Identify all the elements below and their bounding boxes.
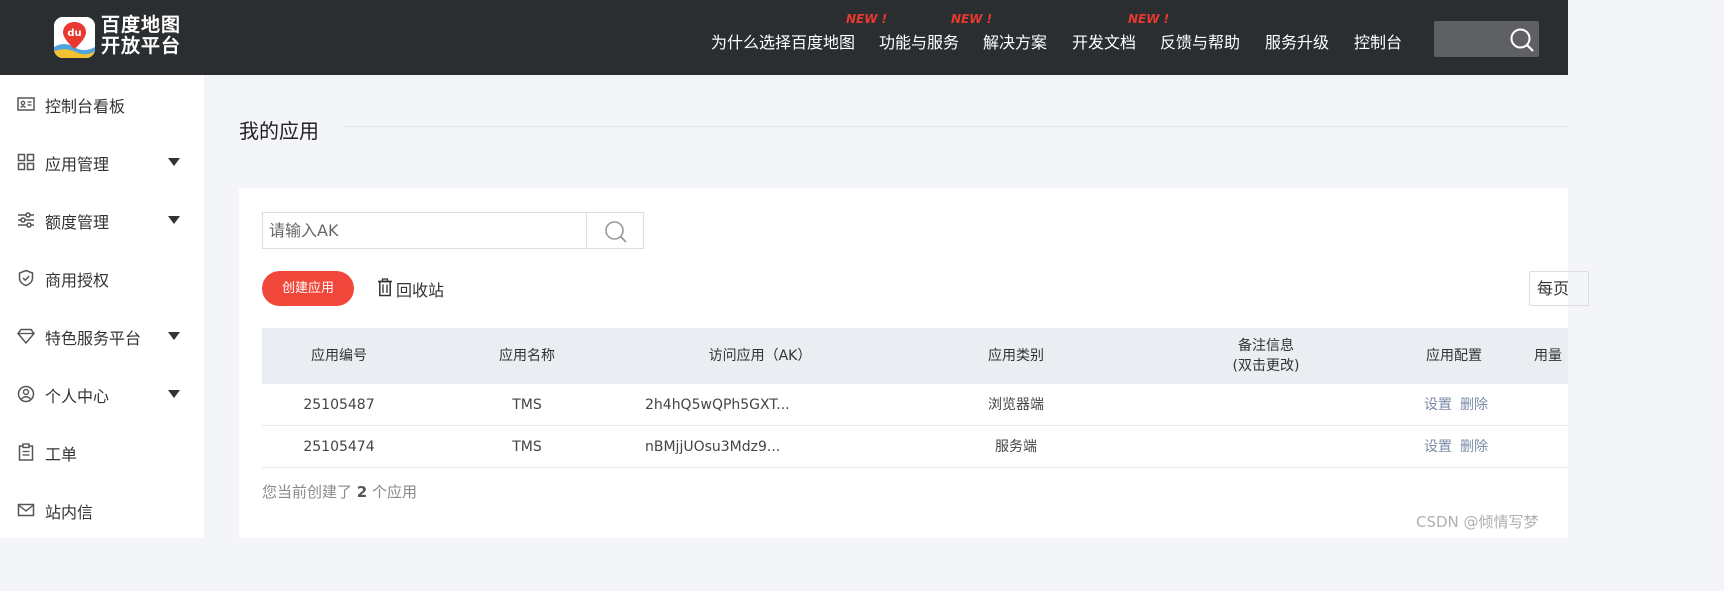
trash-icon — [378, 278, 392, 297]
logo-icon: du — [54, 17, 95, 58]
app-count-value: 2 — [356, 483, 368, 501]
cell-app-type: 服务端 — [995, 439, 1037, 455]
cell-app-ops: 设置 删除 — [1424, 426, 1544, 468]
recycle-bin-label: 回收站 — [396, 281, 445, 300]
sidebar-item-featured-services[interactable]: 特色服务平台 — [0, 314, 204, 358]
sliders-icon — [18, 212, 34, 228]
search-icon — [1510, 28, 1534, 52]
nav-why-baidu-map[interactable]: 为什么选择百度地图 — [711, 29, 855, 53]
header-search-box[interactable] — [1434, 21, 1539, 57]
cell-app-type: 浏览器端 — [988, 397, 1044, 413]
apps-card: 创建应用 回收站 每页 应用编号 应用名称 访问应用（AK） 应用类别 备注信息… — [239, 188, 1589, 538]
page-title: 我的应用 — [239, 119, 319, 143]
logo-text: 百度地图 开放平台 — [101, 14, 182, 57]
column-header-remark: 备注信息 (双击更改) — [1232, 338, 1300, 374]
top-navigation-bar: du 百度地图 开放平台 为什么选择百度地图 功能与服务 NEW ! 解决方案 … — [0, 0, 1568, 75]
column-header: 访问应用（AK） — [708, 348, 812, 364]
nav-feedback-help[interactable]: 反馈与帮助 — [1160, 29, 1240, 53]
sidebar-item-inbox[interactable]: 站内信 — [0, 488, 204, 532]
caret-down-icon — [168, 216, 180, 224]
clipboard-icon — [18, 443, 34, 461]
column-header: 应用类别 — [988, 348, 1044, 364]
search-icon — [605, 221, 627, 243]
caret-down-icon — [168, 390, 180, 398]
sidebar-item-label: 特色服务平台 — [45, 329, 142, 348]
caret-down-icon — [168, 332, 180, 340]
app-count-summary: 您当前创建了 2 个应用 — [262, 483, 418, 501]
sidebar-item-label: 控制台看板 — [45, 97, 126, 116]
sidebar-item-personal-center[interactable]: 个人中心 — [0, 372, 204, 416]
nav-console[interactable]: 控制台 — [1354, 29, 1402, 53]
new-badge: NEW ! — [1128, 12, 1170, 26]
sidebar-item-work-order[interactable]: 工单 — [0, 430, 204, 474]
table-header: 应用编号 应用名称 访问应用（AK） 应用类别 备注信息 (双击更改) 应用配置… — [262, 328, 1568, 384]
column-header: 用量 — [1534, 348, 1562, 364]
cell-app-id: 25105487 — [303, 397, 375, 413]
per-page-select[interactable]: 每页 — [1529, 271, 1589, 306]
sidebar-item-label: 个人中心 — [45, 387, 110, 406]
settings-link[interactable]: 设置 — [1424, 439, 1452, 455]
cell-app-ops: 设置 删除 — [1424, 384, 1544, 426]
column-header: 应用名称 — [499, 348, 555, 364]
delete-link[interactable]: 删除 — [1460, 397, 1488, 413]
delete-link[interactable]: 删除 — [1460, 439, 1488, 455]
table-row: 25105487 TMS 2h4hQ5wQPh5GXT... 浏览器端 设置 删除 — [262, 384, 1568, 426]
sidebar-item-dashboard[interactable]: 控制台看板 — [0, 82, 204, 126]
cell-app-ak[interactable]: nBMjjUOsu3Mdz9... — [645, 426, 845, 468]
nav-service-upgrade[interactable]: 服务升级 — [1265, 29, 1329, 53]
column-header: 应用编号 — [311, 348, 367, 364]
sidebar-item-label: 站内信 — [45, 503, 94, 522]
nav-features-services[interactable]: 功能与服务 — [879, 29, 959, 53]
column-header: 应用配置 — [1426, 348, 1482, 364]
nav-solutions[interactable]: 解决方案 — [983, 29, 1047, 53]
new-badge: NEW ! — [846, 12, 888, 26]
sidebar-item-label: 工单 — [45, 445, 78, 464]
dashboard-card-icon — [17, 97, 35, 111]
caret-down-icon — [168, 158, 180, 166]
sidebar-item-commercial-license[interactable]: 商用授权 — [0, 256, 204, 300]
baidu-map-logo[interactable]: du 百度地图 开放平台 — [54, 15, 184, 59]
sidebar-item-label: 额度管理 — [45, 213, 110, 232]
shield-check-icon — [18, 269, 34, 287]
main-content: 我的应用 创建应用 回收站 每页 应用编号 应用名称 — [204, 75, 1589, 538]
mail-icon — [17, 503, 35, 517]
sidebar-item-label: 应用管理 — [45, 155, 110, 174]
sidebar-item-app-management[interactable]: 应用管理 — [0, 140, 204, 184]
svg-text:du: du — [67, 28, 81, 39]
cell-app-ak[interactable]: 2h4hQ5wQPh5GXT... — [645, 384, 845, 426]
nav-dev-docs[interactable]: 开发文档 — [1072, 29, 1136, 53]
grid-icon — [17, 153, 35, 171]
user-circle-icon — [17, 385, 35, 403]
new-badge: NEW ! — [951, 12, 993, 26]
cell-remark[interactable] — [1202, 384, 1330, 426]
ak-search-button[interactable] — [586, 212, 644, 249]
sidebar-item-label: 商用授权 — [45, 271, 110, 290]
watermark: CSDN @倾情写梦 — [1416, 513, 1539, 531]
cell-app-name: TMS — [512, 397, 542, 413]
table-row: 25105474 TMS nBMjjUOsu3Mdz9... 服务端 设置 删除 — [262, 426, 1568, 468]
cell-app-id: 25105474 — [303, 439, 375, 455]
cell-app-name: TMS — [512, 439, 542, 455]
sidebar: 控制台看板 应用管理 额度管理 商用授权 特色服务平台 个人中心 工单 站内信 — [0, 75, 204, 538]
settings-link[interactable]: 设置 — [1424, 397, 1452, 413]
cell-remark[interactable] — [1202, 426, 1330, 468]
ak-search-input[interactable] — [262, 212, 588, 249]
diamond-icon — [17, 328, 35, 345]
create-app-button[interactable]: 创建应用 — [262, 271, 354, 306]
title-divider — [344, 126, 1568, 127]
sidebar-item-quota-management[interactable]: 额度管理 — [0, 198, 204, 242]
